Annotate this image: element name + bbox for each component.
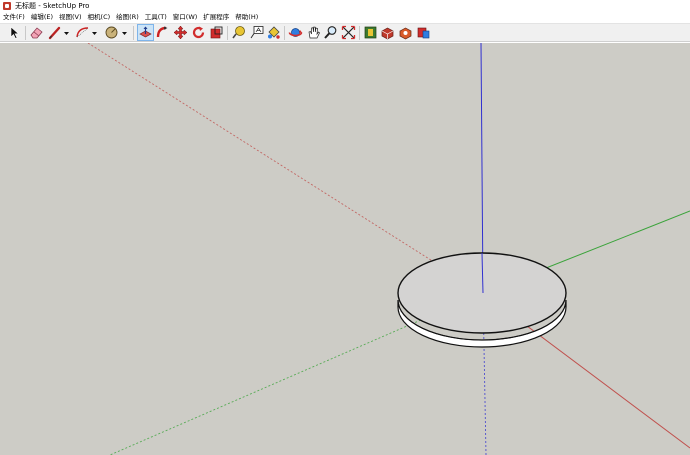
zoom-extents-tool-button[interactable] (341, 25, 356, 40)
extension-manager-icon (417, 27, 430, 39)
zoom-icon (324, 26, 337, 39)
model-viewport[interactable] (0, 43, 690, 455)
menu-draw[interactable]: 绘图(R) (116, 12, 142, 23)
tape-measure-tool-button[interactable] (231, 25, 246, 40)
move-tool-button[interactable] (173, 25, 188, 40)
line-pencil-icon (48, 26, 61, 40)
move-icon (173, 25, 188, 40)
toolbar-separator (284, 26, 285, 40)
toolbar-separator (359, 26, 360, 40)
arc-tool-button[interactable] (75, 25, 90, 40)
follow-me-icon (156, 26, 168, 38)
menu-bar: 文件(F) 编辑(E) 视图(V) 相机(C) 绘图(R) 工具(T) 窗口(W… (0, 12, 690, 23)
shapes-tool-button[interactable] (104, 25, 119, 40)
zoom-extents-icon (341, 25, 356, 40)
line-dropdown-button[interactable] (63, 28, 70, 38)
shapes-dropdown-button[interactable] (121, 28, 128, 38)
rotate-icon (192, 26, 205, 39)
pan-tool-button[interactable] (306, 25, 321, 40)
shapes-icon (105, 26, 118, 39)
layout-icon (399, 27, 412, 40)
layout-button[interactable] (398, 25, 413, 40)
3d-warehouse-button[interactable] (363, 25, 378, 40)
eraser-icon (30, 27, 43, 39)
orbit-icon (288, 28, 303, 37)
rotate-tool-button[interactable] (191, 25, 206, 40)
extension-warehouse-icon (381, 27, 394, 40)
text-tool-button[interactable] (249, 25, 264, 40)
menu-extensions[interactable]: 扩展程序 (203, 12, 232, 23)
menu-window[interactable]: 窗口(W) (173, 12, 201, 23)
paint-bucket-tool-button[interactable] (266, 25, 281, 40)
arc-dropdown-button[interactable] (91, 28, 98, 38)
scale-icon (210, 26, 223, 39)
select-icon (10, 26, 20, 39)
menu-tools[interactable]: 工具(T) (145, 12, 170, 23)
title-bar: 无标题 - SketchUp Pro (0, 0, 690, 12)
chevron-down-icon (92, 32, 97, 35)
toolbar-separator (133, 26, 134, 40)
follow-me-tool-button[interactable] (155, 25, 170, 40)
tape-measure-icon (232, 26, 245, 39)
push-pull-icon (139, 26, 152, 38)
disc-model[interactable] (397, 252, 567, 348)
zoom-tool-button[interactable] (323, 25, 338, 40)
line-tool-button[interactable] (47, 25, 62, 40)
chevron-down-icon (64, 32, 69, 35)
toolbar-separator (25, 26, 26, 40)
extension-manager-button[interactable] (416, 25, 431, 40)
menu-file[interactable]: 文件(F) (3, 12, 28, 23)
pan-icon (308, 26, 320, 39)
orbit-tool-button[interactable] (288, 25, 303, 40)
extension-warehouse-button[interactable] (380, 25, 395, 40)
select-tool-button[interactable] (7, 25, 22, 40)
window-title: 无标题 - SketchUp Pro (15, 2, 90, 10)
main-toolbar (0, 23, 690, 42)
paint-bucket-icon (268, 26, 280, 39)
menu-edit[interactable]: 编辑(E) (31, 12, 56, 23)
eraser-tool-button[interactable] (29, 25, 44, 40)
arc-icon (76, 27, 89, 38)
scale-tool-button[interactable] (209, 25, 224, 40)
scene-canvas[interactable] (0, 43, 690, 455)
chevron-down-icon (122, 32, 127, 35)
menu-camera[interactable]: 相机(C) (88, 12, 114, 23)
sketchup-logo-icon (3, 2, 11, 10)
menu-help[interactable]: 帮助(H) (235, 12, 261, 23)
3d-warehouse-icon (364, 26, 377, 39)
viewport-background (0, 43, 690, 455)
toolbar-separator (227, 26, 228, 40)
push-pull-tool-button[interactable] (137, 24, 154, 41)
menu-view[interactable]: 视图(V) (59, 12, 85, 23)
text-label-icon (250, 26, 264, 39)
